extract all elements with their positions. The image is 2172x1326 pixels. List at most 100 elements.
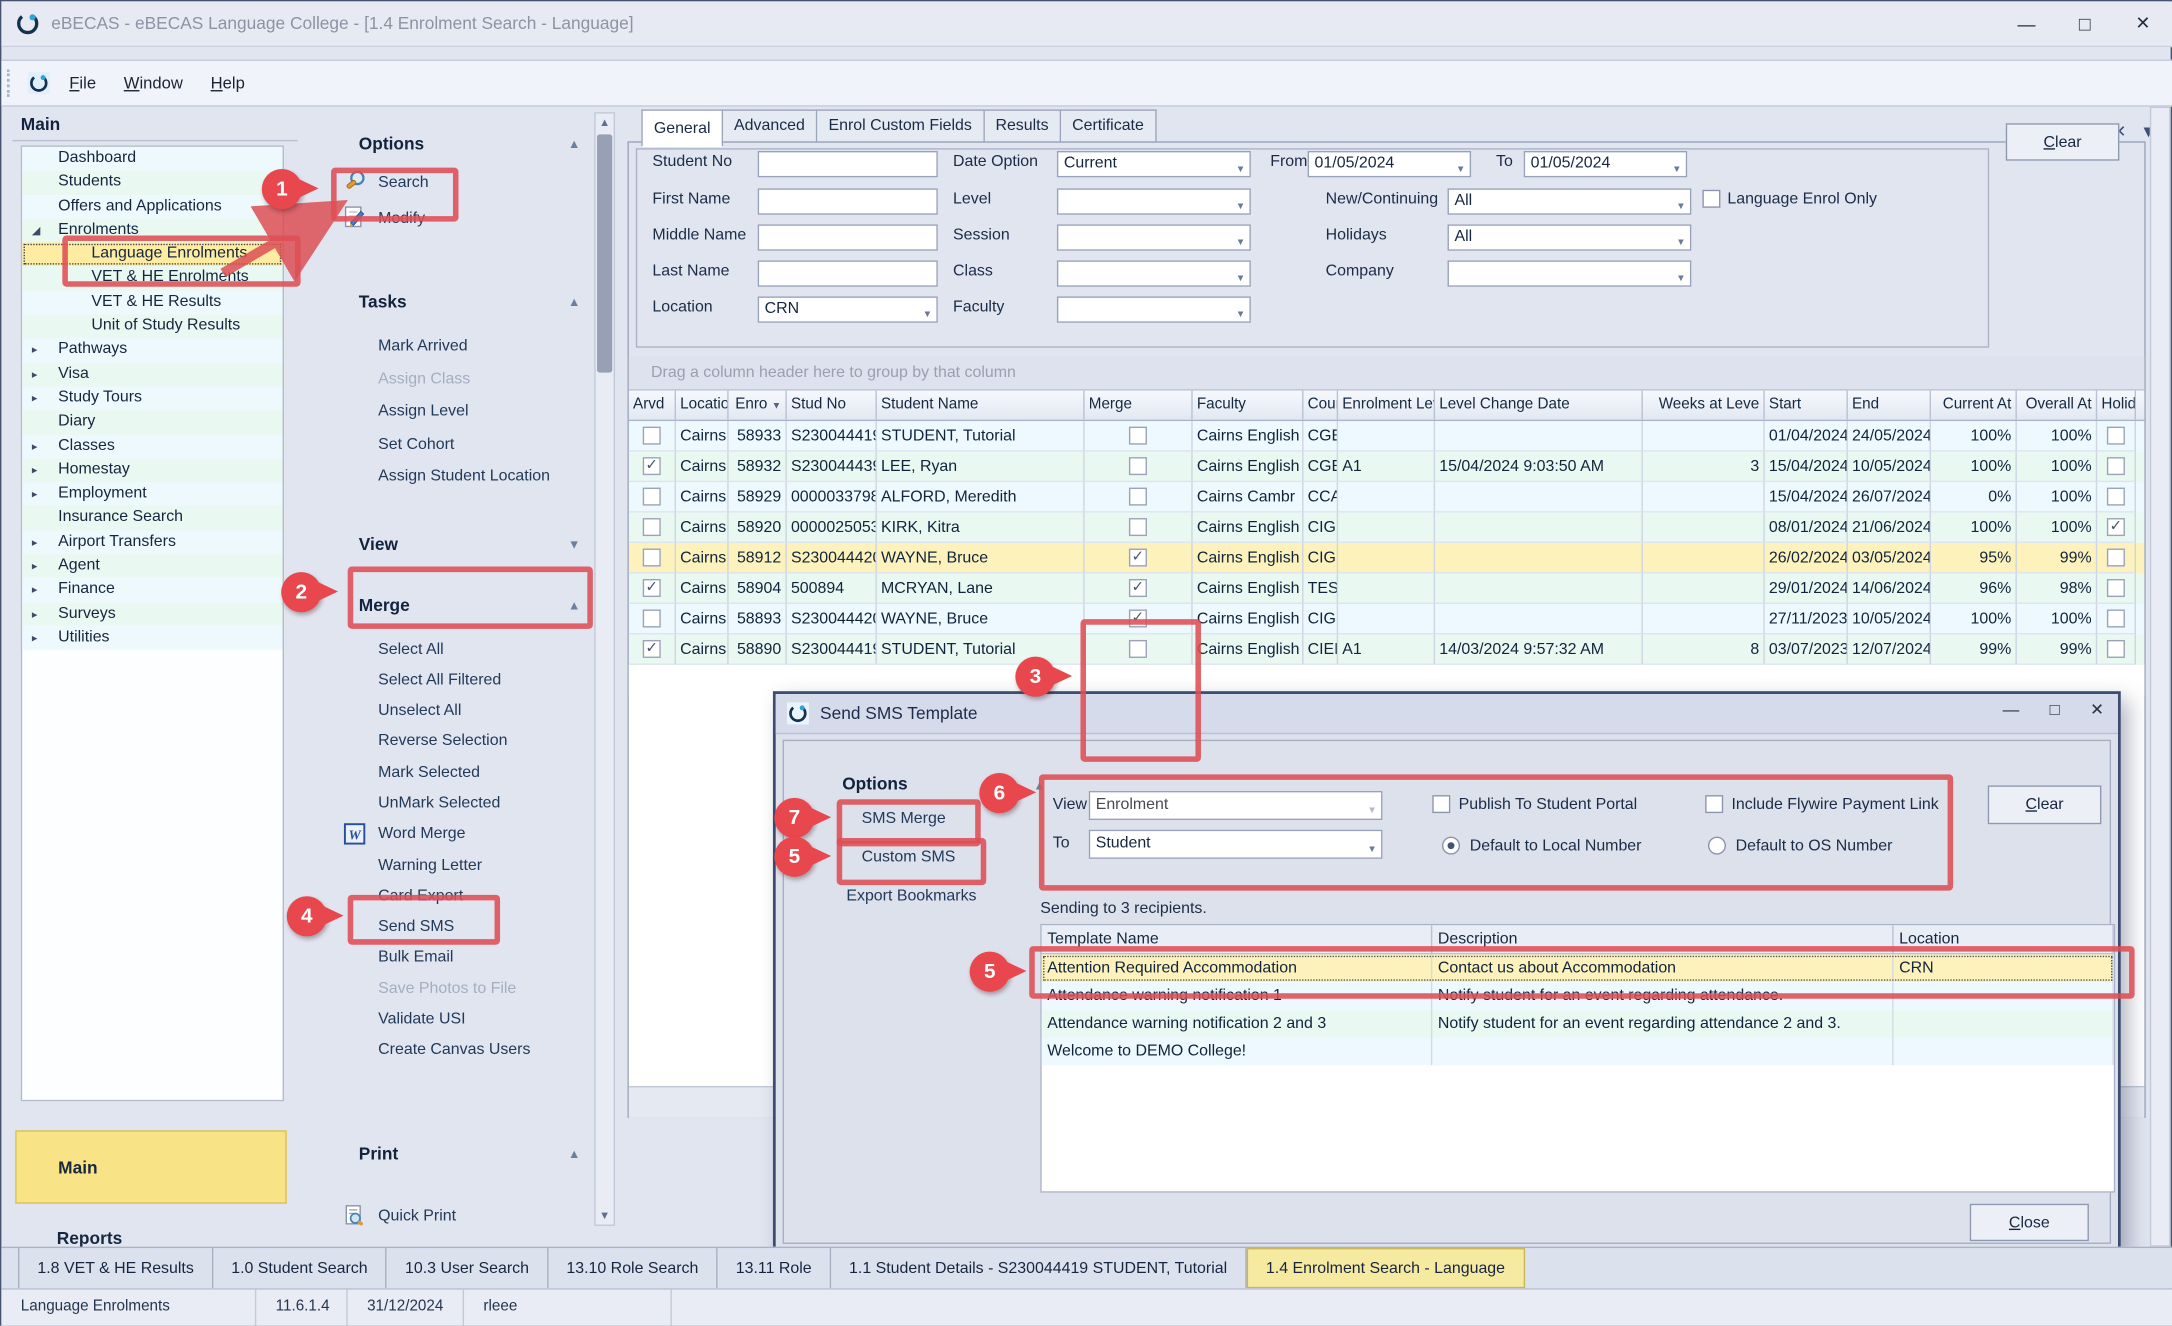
panel-item-quick-print[interactable]: Quick Print <box>303 1199 597 1232</box>
sidebar-section-main[interactable]: Main <box>15 1130 286 1203</box>
grid-col-header[interactable]: Holida <box>2097 391 2136 420</box>
sidebar-item-classes[interactable]: ▸Classes <box>22 434 282 458</box>
sidebar-item-offers-and-applications[interactable]: Offers and Applications <box>22 195 282 219</box>
collapse-up-icon[interactable]: ▲ <box>568 1146 580 1160</box>
template-col-header[interactable]: Description <box>1432 925 1893 953</box>
tree-collapsed-icon[interactable]: ▸ <box>32 578 38 602</box>
arrived-checkbox[interactable]: ✓ <box>643 579 661 597</box>
sidebar-item-airport-transfers[interactable]: ▸Airport Transfers <box>22 530 282 554</box>
tab-results[interactable]: Results <box>984 109 1061 142</box>
sidebar-item-vet-he-results[interactable]: VET & HE Results <box>22 291 282 315</box>
template-row[interactable]: Attention Required AccommodationContact … <box>1042 954 2114 982</box>
level-select[interactable] <box>1057 188 1251 214</box>
scroll-down-icon[interactable]: ▼ <box>596 1209 614 1221</box>
sidebar-section-reports[interactable]: Reports <box>57 1229 122 1248</box>
panel-item-send-sms[interactable]: Send SMS <box>303 912 597 943</box>
tree-collapsed-icon[interactable]: ▸ <box>32 386 38 410</box>
merge-checkbox[interactable] <box>1129 457 1147 475</box>
scrollbar-thumb[interactable] <box>597 134 612 372</box>
panel-section-tasks[interactable]: Tasks▲ <box>303 290 597 315</box>
merge-checkbox[interactable]: ✓ <box>1129 579 1147 597</box>
window-tab-1-4-enrolment-search-language[interactable]: 1.4 Enrolment Search - Language <box>1247 1248 1525 1288</box>
from-date-select[interactable]: 01/05/2024 <box>1308 151 1471 177</box>
panel-item-select-all[interactable]: Select All <box>303 634 597 665</box>
sidebar-item-diary[interactable]: Diary <box>22 410 282 434</box>
panel-item-word-merge[interactable]: Word MergeW <box>303 819 597 850</box>
tab-general[interactable]: General <box>641 109 723 146</box>
export-bookmarks-button[interactable]: Export Bookmarks <box>846 888 976 905</box>
menu-item-file[interactable]: File <box>55 73 110 92</box>
tree-collapsed-icon[interactable]: ▸ <box>32 339 38 363</box>
dialog-clear-button[interactable]: Clear <box>1988 785 2102 824</box>
grid-col-header[interactable]: Locatio <box>676 391 729 420</box>
arrived-checkbox[interactable] <box>643 609 661 627</box>
tree-collapsed-icon[interactable]: ▸ <box>32 554 38 578</box>
merge-checkbox[interactable] <box>1129 488 1147 506</box>
window-tab-1-8-vet-he-results[interactable]: 1.8 VET & HE Results <box>18 1248 213 1288</box>
collapse-up-icon[interactable]: ▲ <box>1033 778 1045 792</box>
sidebar-item-agent[interactable]: ▸Agent <box>22 554 282 578</box>
new-continuing-select[interactable]: All <box>1448 188 1692 214</box>
template-row[interactable]: Attendance warning notification 1Notify … <box>1042 982 2114 1010</box>
grid-col-header[interactable]: Arvd <box>629 391 676 420</box>
panel-item-bulk-email[interactable]: Bulk Email <box>303 943 597 974</box>
table-row[interactable]: ✓Cairns58890S230044419STUDENT, TutorialC… <box>629 634 2144 664</box>
os-number-radio[interactable] <box>1708 837 1726 855</box>
dialog-minimize-icon[interactable]: — <box>2003 700 2020 719</box>
close-icon[interactable]: ✕ <box>2132 12 2154 34</box>
arrived-checkbox[interactable] <box>643 549 661 567</box>
grid-col-header[interactable]: End <box>1848 391 1931 420</box>
scroll-up-icon[interactable]: ▲ <box>596 116 614 128</box>
holidays-select[interactable]: All <box>1448 224 1692 250</box>
merge-checkbox[interactable] <box>1129 427 1147 445</box>
holiday-checkbox[interactable] <box>2107 579 2125 597</box>
sidebar-item-finance[interactable]: ▸Finance <box>22 578 282 602</box>
panel-item-search[interactable]: Search <box>303 165 597 201</box>
holiday-checkbox[interactable] <box>2107 427 2125 445</box>
arrived-checkbox[interactable] <box>643 488 661 506</box>
template-col-header[interactable]: Location <box>1894 925 2114 953</box>
merge-checkbox[interactable] <box>1129 518 1147 536</box>
grid-groupby-bar[interactable]: Drag a column header here to group by th… <box>629 356 2144 391</box>
arrived-checkbox[interactable] <box>643 518 661 536</box>
grid-col-header[interactable]: Start <box>1765 391 1848 420</box>
sidebar-item-visa[interactable]: ▸Visa <box>22 362 282 386</box>
language-enrol-only-checkbox[interactable] <box>1702 190 1720 208</box>
tree-collapsed-icon[interactable]: ▸ <box>32 602 38 626</box>
holiday-checkbox[interactable] <box>2107 549 2125 567</box>
grid-col-header[interactable]: Faculty <box>1193 391 1304 420</box>
class-select[interactable] <box>1057 260 1251 286</box>
sidebar-item-homestay[interactable]: ▸Homestay <box>22 458 282 482</box>
table-row[interactable]: ✓Cairns58904500894MCRYAN, Lane✓Cairns En… <box>629 573 2144 603</box>
window-tab-13-11-role[interactable]: 13.11 Role <box>718 1248 831 1288</box>
sidebar-item-insurance-search[interactable]: Insurance Search <box>22 506 282 530</box>
tree-collapsed-icon[interactable]: ▸ <box>32 482 38 506</box>
maximize-icon[interactable]: □ <box>2074 12 2096 34</box>
tab-advanced[interactable]: Advanced <box>723 109 817 142</box>
collapse-up-icon[interactable]: ▲ <box>568 137 580 151</box>
panel-item-set-cohort[interactable]: Set Cohort <box>303 429 597 462</box>
window-tab-1-1-student-details-s230044419-student-t[interactable]: 1.1 Student Details - S230044419 STUDENT… <box>831 1248 1246 1288</box>
panel-item-validate-usi[interactable]: Validate USI <box>303 1004 597 1035</box>
grid-col-header[interactable]: Weeks at Leve <box>1643 391 1765 420</box>
panel-section-print[interactable]: Print▲ <box>303 1141 597 1166</box>
sidebar-item-surveys[interactable]: ▸Surveys <box>22 602 282 626</box>
student-no-input[interactable] <box>758 151 938 177</box>
custom-sms-button[interactable]: Custom SMS <box>862 849 956 866</box>
date-option-select[interactable]: Current <box>1057 151 1251 177</box>
view-select[interactable]: Enrolment <box>1089 791 1383 820</box>
template-col-header[interactable]: Template Name <box>1042 925 1433 953</box>
sidebar-item-students[interactable]: Students <box>22 171 282 195</box>
panel-item-mark-selected[interactable]: Mark Selected <box>303 757 597 788</box>
session-select[interactable] <box>1057 224 1251 250</box>
tree-collapsed-icon[interactable]: ▸ <box>32 362 38 386</box>
dialog-maximize-icon[interactable]: □ <box>2050 700 2060 719</box>
panel-item-card-export[interactable]: Card Export <box>303 881 597 912</box>
panel-item-unmark-selected[interactable]: UnMark Selected <box>303 788 597 819</box>
panel-item-mark-arrived[interactable]: Mark Arrived <box>303 331 597 364</box>
sms-merge-button[interactable]: SMS Merge <box>862 810 946 827</box>
sidebar-item-unit-of-study-results[interactable]: Unit of Study Results <box>22 315 282 339</box>
panel-section-merge[interactable]: Merge▲ <box>303 592 597 617</box>
arrived-checkbox[interactable]: ✓ <box>643 640 661 658</box>
table-row[interactable]: Cairns58912S230044420WAYNE, Bruce✓Cairns… <box>629 543 2144 573</box>
